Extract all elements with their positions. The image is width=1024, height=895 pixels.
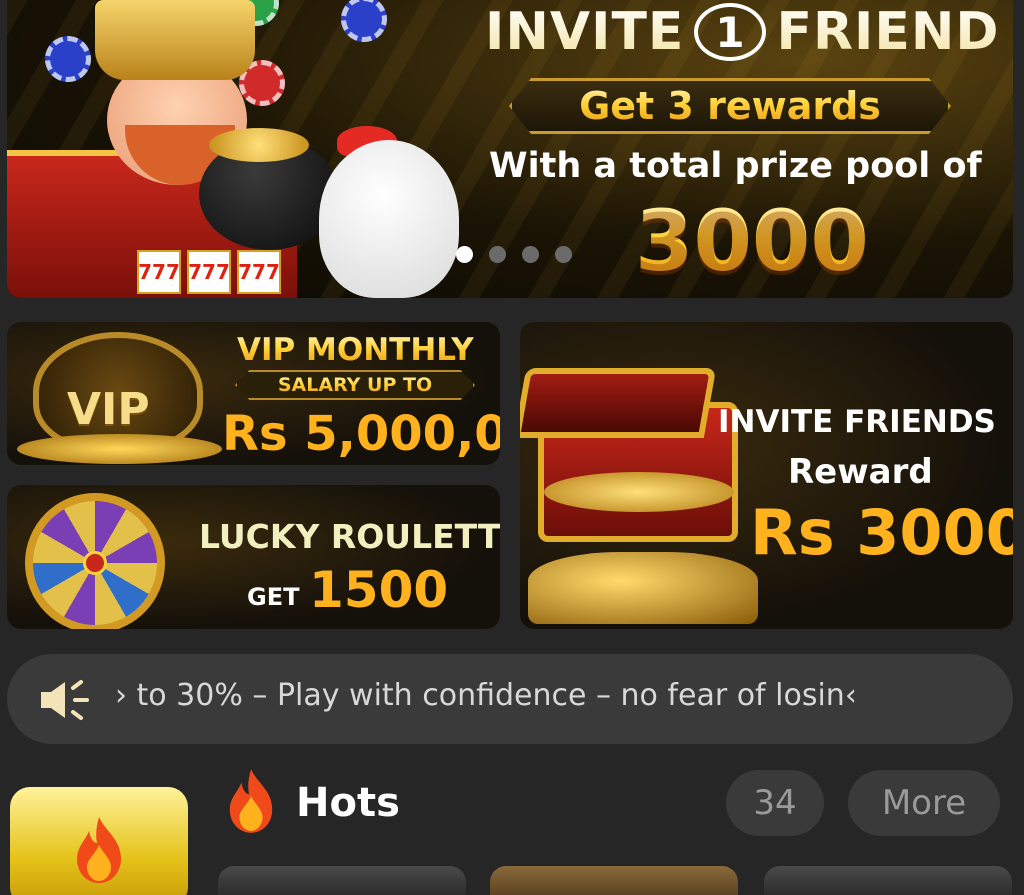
carousel-dot[interactable] xyxy=(489,246,506,263)
invite-title: INVITE FRIENDS xyxy=(718,404,996,440)
carousel-dot[interactable] xyxy=(456,246,473,263)
gold-coins xyxy=(544,472,734,512)
treasure-chest-lid xyxy=(520,368,717,438)
invite-friends-card[interactable]: INVITE FRIENDS Reward Rs 3000 xyxy=(520,322,1013,629)
vip-badge: VIP xyxy=(67,384,150,435)
vip-monthly-card[interactable]: VIP VIP MONTHLY SALARY UP TO Rs 5,000,00… xyxy=(7,322,500,465)
chicken-illustration xyxy=(319,140,459,298)
invite-reward-label: Reward xyxy=(788,452,933,492)
hots-count-badge: 34 xyxy=(726,770,824,836)
banner-headline: INVITE 1 FRIEND xyxy=(485,2,1000,62)
lucky-roulette-card[interactable]: LUCKY ROULETTE GET 1500 xyxy=(7,485,500,629)
gold-coins xyxy=(17,434,222,464)
speaker-icon xyxy=(41,680,89,720)
more-button[interactable]: More xyxy=(848,770,1000,836)
banner-subline: With a total prize pool of xyxy=(489,146,982,186)
carousel-dots[interactable] xyxy=(456,246,572,263)
slot-reel: 777 xyxy=(187,250,231,294)
roulette-get-label: GET xyxy=(247,583,300,611)
announcement-marquee[interactable]: › to 30% – Play with confidence – no fea… xyxy=(7,654,1013,744)
headline-right: FRIEND xyxy=(776,2,1000,62)
slot-reel: 777 xyxy=(237,250,281,294)
vip-title: VIP MONTHLY xyxy=(237,332,474,368)
gold-coin-pile xyxy=(528,552,758,624)
hots-section-title: Hots xyxy=(296,780,400,826)
vip-amount: Rs 5,000,000 xyxy=(222,406,500,462)
hot-category-tile[interactable] xyxy=(10,787,188,895)
hero-banner[interactable]: 777 777 777 INVITE 1 FRIEND Get 3 reward… xyxy=(7,0,1013,298)
flame-icon xyxy=(229,769,273,833)
flame-icon xyxy=(77,817,121,883)
gold-coins xyxy=(209,128,309,162)
game-thumbnail[interactable] xyxy=(764,866,1012,895)
banner-amount: 3000 xyxy=(635,192,869,290)
slot-reel: 777 xyxy=(137,250,181,294)
carousel-dot[interactable] xyxy=(555,246,572,263)
rewards-pill: Get 3 rewards xyxy=(509,78,951,134)
roulette-amount: 1500 xyxy=(309,561,449,619)
game-thumbnail[interactable] xyxy=(490,866,738,895)
vip-subtitle: SALARY UP TO xyxy=(277,374,433,396)
roulette-title: LUCKY ROULETTE xyxy=(199,517,500,556)
marquee-text: › to 30% – Play with confidence – no fea… xyxy=(115,678,857,713)
headline-left: INVITE xyxy=(485,2,685,62)
slot-reels: 777 777 777 xyxy=(137,250,281,294)
headline-number: 1 xyxy=(694,3,767,61)
rewards-pill-label: Get 3 rewards xyxy=(579,84,881,128)
casino-chip xyxy=(45,36,91,82)
invite-amount: Rs 3000 xyxy=(750,496,1013,569)
carousel-dot[interactable] xyxy=(522,246,539,263)
game-thumbnail[interactable] xyxy=(218,866,466,895)
vip-subtitle-pill: SALARY UP TO xyxy=(235,370,475,400)
leprechaun-hat xyxy=(95,0,255,80)
roulette-hub xyxy=(83,551,107,575)
